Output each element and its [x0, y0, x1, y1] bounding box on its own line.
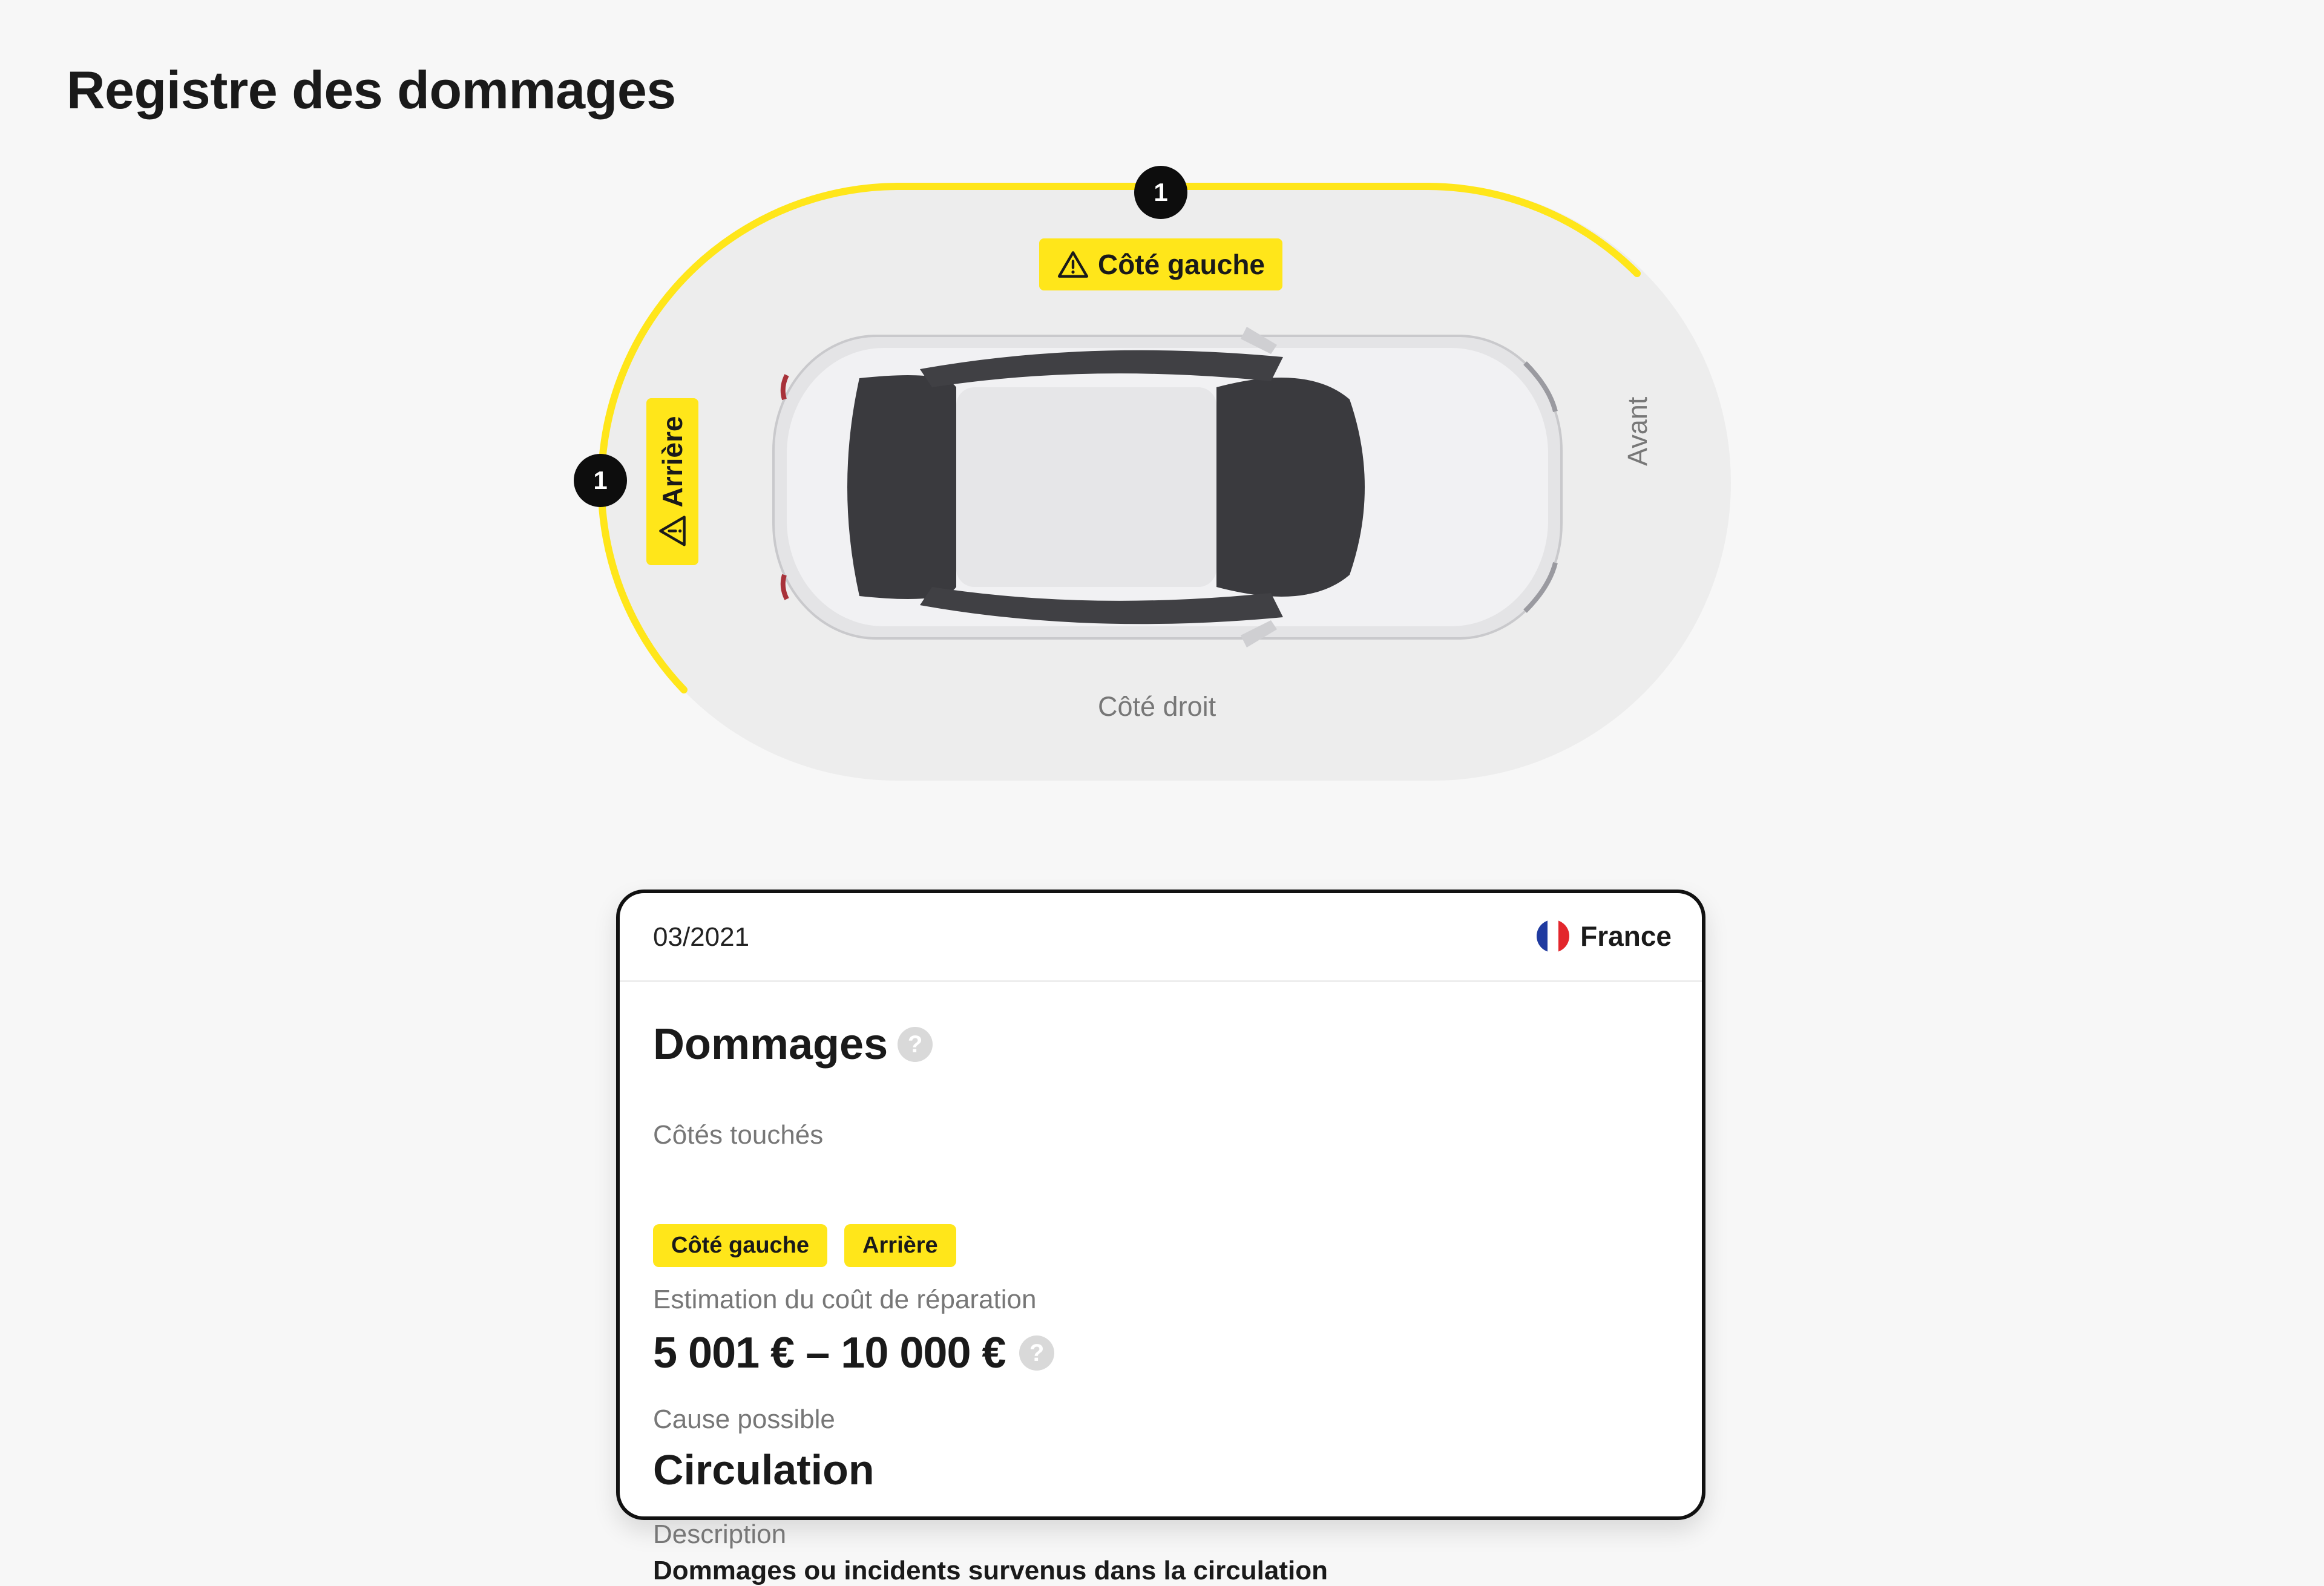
side-tag-rear: Arrière: [844, 1224, 956, 1267]
affected-sides-label: Côtés touchés: [653, 1120, 824, 1150]
card-header: 03/2021 France: [620, 893, 1702, 982]
record-date: 03/2021: [653, 922, 750, 952]
country-name: France: [1580, 920, 1672, 952]
france-flag-icon: [1537, 920, 1570, 952]
warning-icon: [1057, 251, 1089, 278]
zone-tag-rear[interactable]: Arrière: [646, 398, 698, 565]
affected-sides-tags: Côté gauche Arrière: [653, 1224, 956, 1267]
side-tag-left: Côté gauche: [653, 1224, 828, 1267]
damage-diagram: Côté droit Avant 1 Côté gauche 1 Arrière: [0, 0, 2324, 847]
car-top-view: [772, 327, 1563, 647]
description-label: Description: [653, 1519, 787, 1549]
damage-title-text: Dommages: [653, 1020, 888, 1069]
repair-cost-label: Estimation du coût de réparation: [653, 1285, 1037, 1314]
zone-tag-left-side[interactable]: Côté gauche: [1039, 238, 1282, 290]
warning-icon: [659, 516, 686, 546]
damage-section-title: Dommages ?: [653, 1020, 933, 1069]
zone-tag-label: Côté gauche: [1097, 249, 1265, 280]
damage-record-card[interactable]: 03/2021 France Dommages ? Côtés touchés …: [616, 890, 1705, 1585]
right-side-label: Côté droit: [1098, 691, 1216, 722]
help-icon[interactable]: ?: [898, 1027, 933, 1062]
help-icon[interactable]: ?: [1019, 1335, 1054, 1371]
possible-cause-value: Circulation: [653, 1446, 875, 1493]
repair-cost-value: 5 001 € – 10 000 €: [653, 1329, 1006, 1377]
repair-cost: 5 001 € – 10 000 € ?: [653, 1328, 1054, 1378]
description-value: Dommages ou incidents survenus dans la c…: [653, 1556, 1328, 1585]
possible-cause-label: Cause possible: [653, 1404, 835, 1434]
damage-count-badge-left-side[interactable]: 1: [1134, 166, 1187, 219]
damage-count-badge-rear[interactable]: 1: [574, 454, 627, 507]
record-country: France: [1537, 920, 1672, 952]
front-label: Avant: [1622, 396, 1653, 466]
zone-tag-label: Arrière: [657, 416, 688, 508]
